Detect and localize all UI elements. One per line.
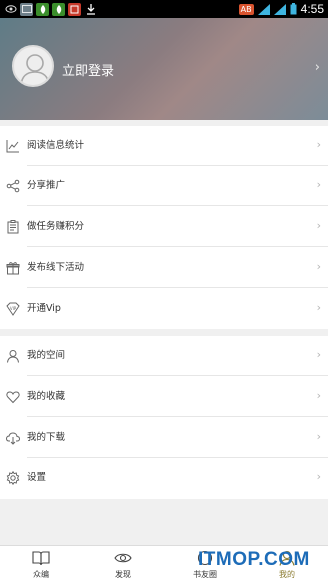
clock: 4:55 <box>300 2 324 16</box>
eye-icon <box>114 553 132 563</box>
svg-text:VIP: VIP <box>10 306 17 311</box>
menu-item-offline-events[interactable]: 发布线下活动 › <box>0 248 328 288</box>
menu-item-label: 我的收藏 <box>27 391 66 402</box>
divider <box>27 416 328 417</box>
divider <box>27 246 328 247</box>
menu-item-label: 我的空间 <box>27 350 66 361</box>
leaf-app-icon <box>52 2 65 16</box>
menu-item-tasks[interactable]: 做任务赚积分 › <box>0 207 328 247</box>
photo-icon <box>20 2 33 16</box>
stats-icon <box>6 140 19 153</box>
signal-icon <box>257 3 270 15</box>
menu-item-label: 分享推广 <box>27 180 66 191</box>
divider <box>27 375 328 376</box>
divider <box>27 287 328 288</box>
menu-item-favorites[interactable]: 我的收藏 › <box>0 377 328 417</box>
tab-label: 众编 <box>33 570 49 579</box>
menu-item-reading-stats[interactable]: 阅读信息统计 › <box>0 126 328 166</box>
menu-item-label: 做任务赚积分 <box>27 221 85 232</box>
chevron-right-icon: › <box>316 389 321 402</box>
status-bar: AB 4:55 <box>0 0 328 18</box>
chevron-right-icon: › <box>316 348 321 361</box>
download-icon <box>84 3 97 16</box>
red-app-icon <box>68 2 81 16</box>
ab-badge: AB <box>238 3 254 15</box>
share-icon <box>6 179 20 193</box>
chevron-right-icon: › <box>316 301 321 314</box>
battery-icon <box>290 3 297 15</box>
login-link[interactable]: 立即登录 <box>62 60 114 79</box>
system-status: AB 4:55 <box>238 1 324 17</box>
chevron-right-icon: › <box>316 138 321 151</box>
menu-item-my-space[interactable]: 我的空间 › <box>0 336 328 376</box>
gear-icon <box>6 471 20 485</box>
default-avatar-icon <box>20 54 50 85</box>
avatar[interactable] <box>12 45 54 87</box>
menu-item-vip[interactable]: VIP 开通Vip › <box>0 289 328 329</box>
menu-item-label: 阅读信息统计 <box>27 140 85 151</box>
menu-item-label: 发布线下活动 <box>27 262 85 273</box>
menu-group-primary: 阅读信息统计 › 分享推广 › 做任务赚积分 › 发布线下活动 › VIP 开通… <box>0 126 328 329</box>
watermark: ITMOP.COM <box>198 549 310 570</box>
cloud-download-icon <box>6 432 20 445</box>
heart-icon <box>6 391 20 404</box>
notification-icons <box>4 2 97 16</box>
chevron-right-icon: › <box>314 60 320 75</box>
menu-item-downloads[interactable]: 我的下载 › <box>0 418 328 458</box>
menu-item-label: 我的下载 <box>27 432 66 443</box>
menu-group-secondary: 我的空间 › 我的收藏 › 我的下载 › 设置 › <box>0 336 328 499</box>
chevron-right-icon: › <box>316 178 321 191</box>
book-icon <box>32 551 50 566</box>
tab-label: 发现 <box>115 570 131 579</box>
person-icon <box>7 350 19 363</box>
menu-item-label: 开通Vip <box>27 303 61 314</box>
divider <box>27 205 328 206</box>
leaf-app-icon <box>36 2 49 16</box>
task-icon <box>7 220 19 234</box>
gift-icon <box>6 262 20 275</box>
chevron-right-icon: › <box>316 430 321 443</box>
tab-discover[interactable]: 发现 <box>82 546 164 583</box>
chevron-right-icon: › <box>316 470 321 483</box>
tab-zhongbian[interactable]: 众编 <box>0 546 82 583</box>
eye-icon <box>4 3 17 16</box>
menu-item-label: 设置 <box>27 472 47 483</box>
menu-item-settings[interactable]: 设置 › <box>0 458 328 498</box>
menu-item-share[interactable]: 分享推广 › <box>0 166 328 206</box>
vip-icon: VIP <box>6 302 20 316</box>
signal-icon <box>273 3 286 15</box>
profile-header[interactable]: 立即登录 › <box>0 18 328 120</box>
chevron-right-icon: › <box>316 219 321 232</box>
chevron-right-icon: › <box>316 260 321 273</box>
